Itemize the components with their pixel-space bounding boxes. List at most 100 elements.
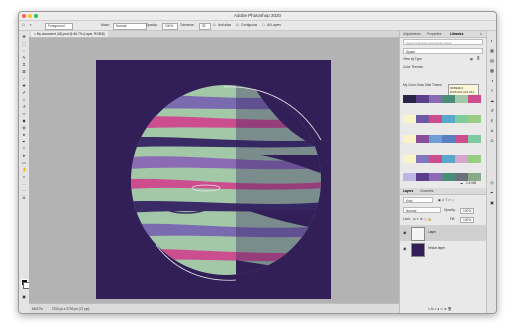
color-swatch[interactable] bbox=[455, 135, 468, 143]
glyphs-panel-icon[interactable]: Ω bbox=[490, 139, 494, 143]
quick-mask-icon[interactable]: ◘ bbox=[22, 196, 26, 200]
pen-tool-icon[interactable]: ✒ bbox=[22, 140, 26, 144]
color-swatch[interactable] bbox=[403, 115, 416, 123]
layer-filter-kind[interactable]: Kind bbox=[403, 197, 433, 203]
paragraph-panel-icon[interactable]: ¶ bbox=[490, 119, 494, 123]
tab-libraries[interactable]: Libraries bbox=[450, 31, 463, 37]
library-search-input[interactable]: Search Libraries and Adobe Stock bbox=[403, 39, 483, 45]
color-swatch[interactable] bbox=[468, 95, 481, 103]
eraser-tool-icon[interactable]: ▱ bbox=[22, 112, 26, 116]
adjustments-panel-icon[interactable]: ◑ bbox=[490, 79, 494, 83]
color-panel-icon[interactable]: ◐ bbox=[490, 39, 494, 43]
more-tools-icon[interactable]: … bbox=[22, 182, 26, 186]
tab-channels[interactable]: Channels bbox=[420, 188, 433, 194]
library-select[interactable]: Space bbox=[403, 48, 483, 54]
color-swatch[interactable] bbox=[455, 155, 468, 163]
fill-field[interactable]: 100% bbox=[460, 217, 475, 223]
color-swatch[interactable] bbox=[442, 95, 455, 103]
color-swatch[interactable] bbox=[416, 173, 429, 181]
color-swatch[interactable] bbox=[403, 155, 416, 163]
character-panel-icon[interactable]: A bbox=[490, 129, 494, 133]
tolerance-field[interactable]: 32 bbox=[199, 23, 211, 30]
history-brush-tool-icon[interactable]: ↺ bbox=[22, 105, 26, 109]
artboard[interactable] bbox=[96, 60, 331, 299]
dodge-tool-icon[interactable]: ● bbox=[22, 133, 26, 137]
tab-layers[interactable]: Layers bbox=[403, 188, 413, 194]
color-swatch[interactable] bbox=[442, 115, 455, 123]
color-swatch[interactable] bbox=[429, 115, 442, 123]
mode-select[interactable]: Normal bbox=[113, 23, 147, 30]
home-icon[interactable]: ⌂ bbox=[22, 23, 25, 28]
layer-name[interactable]: Vector layer bbox=[428, 246, 445, 250]
move-tool-icon[interactable]: ✥ bbox=[22, 35, 26, 39]
visibility-eye-icon[interactable]: ◉ bbox=[403, 230, 407, 235]
zoom-level[interactable]: 66.67% bbox=[32, 307, 43, 311]
paths-panel-icon[interactable]: ✒ bbox=[490, 191, 494, 195]
all-layers-checkbox[interactable]: ☐ bbox=[262, 23, 265, 28]
contiguous-checkbox[interactable]: ☑ bbox=[236, 23, 239, 28]
fill-source-select[interactable]: Foreground bbox=[45, 23, 73, 30]
blend-mode-select[interactable]: Normal bbox=[403, 207, 441, 213]
view-by-label[interactable]: View by Type bbox=[403, 57, 422, 61]
cloud-icon[interactable]: ☁ bbox=[460, 181, 463, 185]
tab-adjustments[interactable]: Adjustments bbox=[403, 31, 421, 37]
list-view-icon[interactable]: ≣ bbox=[477, 57, 480, 61]
layer-name[interactable]: Layer bbox=[428, 230, 436, 234]
marquee-tool-icon[interactable]: ⬚ bbox=[22, 42, 26, 46]
swatches-panel-icon[interactable]: ▦ bbox=[490, 49, 494, 53]
filter-icons[interactable]: ▣ ⊘ T ▭ ◇ bbox=[438, 198, 455, 202]
color-swatch[interactable] bbox=[429, 135, 442, 143]
rectangle-tool-icon[interactable]: ▭ bbox=[22, 161, 26, 165]
color-swatch[interactable] bbox=[442, 155, 455, 163]
panel-menu-icon[interactable]: ≡ bbox=[480, 31, 482, 37]
quick-select-tool-icon[interactable]: ✎ bbox=[22, 56, 26, 60]
color-swatch[interactable] bbox=[403, 95, 416, 103]
color-swatch[interactable] bbox=[442, 135, 455, 143]
visibility-eye-icon[interactable]: ◉ bbox=[403, 246, 407, 251]
paint-bucket-icon[interactable]: ▾ bbox=[30, 23, 32, 28]
color-swatch[interactable] bbox=[403, 173, 416, 181]
close-tab-icon[interactable]: × bbox=[34, 32, 36, 36]
color-swatch[interactable] bbox=[468, 173, 481, 181]
screen-mode-icon[interactable]: ▣ bbox=[22, 295, 26, 299]
lasso-tool-icon[interactable]: ◌ bbox=[22, 49, 26, 53]
document-tab[interactable]: × My document (45).psd @ 66.7% (Layer, R… bbox=[31, 31, 108, 37]
color-swatch[interactable] bbox=[468, 155, 481, 163]
color-swatch[interactable] bbox=[442, 173, 455, 181]
channels-panel-icon[interactable]: ◎ bbox=[490, 181, 494, 185]
zoom-tool-icon[interactable]: ⌕ bbox=[22, 175, 26, 179]
color-swatch[interactable] bbox=[455, 95, 468, 103]
lock-icons[interactable]: ⊞ ✎ ✥ ▢ 🔒 bbox=[413, 217, 432, 221]
clone-stamp-tool-icon[interactable]: ⊥ bbox=[22, 98, 26, 102]
color-swatch[interactable] bbox=[468, 135, 481, 143]
properties-panel-icon[interactable]: ≡ bbox=[490, 89, 494, 93]
gradients-panel-icon[interactable]: ▤ bbox=[490, 59, 494, 63]
color-swatch[interactable] bbox=[455, 173, 468, 181]
antialias-checkbox[interactable]: ☑ bbox=[213, 23, 216, 28]
color-swatch[interactable] bbox=[429, 95, 442, 103]
patterns-panel-icon[interactable]: ▩ bbox=[490, 69, 494, 73]
path-select-tool-icon[interactable]: ➤ bbox=[22, 154, 26, 158]
grid-view-icon[interactable]: ▦ bbox=[470, 57, 473, 61]
color-swatch[interactable] bbox=[403, 135, 416, 143]
color-swatch[interactable] bbox=[416, 115, 429, 123]
color-swatch[interactable] bbox=[416, 135, 429, 143]
libraries-panel-icon[interactable]: ☁ bbox=[490, 99, 494, 103]
crop-tool-icon[interactable]: ⌗ bbox=[22, 63, 26, 67]
opacity-field[interactable]: 100% bbox=[162, 23, 178, 30]
hand-tool-icon[interactable]: ✋ bbox=[22, 168, 27, 172]
color-swatch[interactable] bbox=[416, 155, 429, 163]
layers-panel-icon[interactable]: ▣ bbox=[490, 201, 494, 205]
frame-tool-icon[interactable]: ⊠ bbox=[22, 70, 26, 74]
brush-tool-icon[interactable]: ✐ bbox=[22, 91, 26, 95]
layer-opacity-field[interactable]: 100% bbox=[460, 208, 475, 214]
healing-brush-tool-icon[interactable]: ✚ bbox=[22, 84, 26, 88]
eyedropper-tool-icon[interactable]: ⁄ bbox=[22, 77, 26, 81]
layer-row[interactable]: ◉ Vector layer bbox=[400, 241, 487, 257]
edit-toolbar-icon[interactable]: ⋯ bbox=[22, 189, 26, 193]
color-swatch[interactable] bbox=[455, 115, 468, 123]
tab-properties[interactable]: Properties bbox=[427, 31, 442, 37]
color-swatch[interactable] bbox=[429, 173, 442, 181]
canvas-area[interactable] bbox=[29, 38, 399, 303]
history-panel-icon[interactable]: ↺ bbox=[490, 109, 494, 113]
